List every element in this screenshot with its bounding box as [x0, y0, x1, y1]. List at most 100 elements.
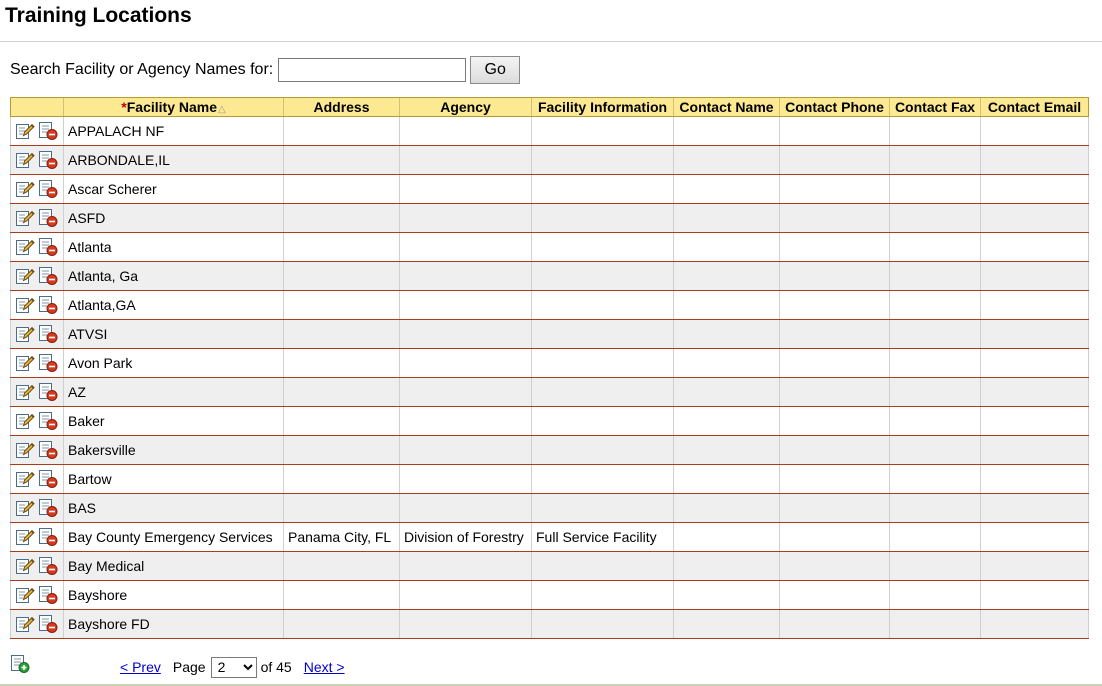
column-header-address[interactable]: Address: [283, 97, 400, 117]
delete-record-icon[interactable]: [38, 353, 58, 373]
edit-record-icon[interactable]: [15, 237, 35, 257]
table-body: APPALACH NF ARBONDALE,IL Ascar Scherer ASFD…: [10, 116, 1089, 639]
edit-record-icon[interactable]: [15, 295, 35, 315]
pager: < Prev Page 2 of 45 Next >: [0, 654, 1102, 680]
contact-name-cell: [673, 348, 780, 378]
contact-name-cell: [673, 145, 780, 175]
edit-record-icon[interactable]: [15, 121, 35, 141]
agency-cell: [399, 203, 532, 233]
row-actions-cell: [10, 174, 64, 204]
column-header-facility-information[interactable]: Facility Information: [531, 97, 674, 117]
contact-fax-cell: [889, 464, 981, 494]
column-header-contact-phone[interactable]: Contact Phone: [779, 97, 890, 117]
edit-record-icon[interactable]: [15, 469, 35, 489]
facility-name-cell: Bayshore FD: [63, 609, 284, 639]
facility-name-cell: Bakersville: [63, 435, 284, 465]
delete-record-icon[interactable]: [38, 585, 58, 605]
edit-record-icon[interactable]: [15, 324, 35, 344]
edit-record-icon[interactable]: [15, 266, 35, 286]
delete-record-icon[interactable]: [38, 498, 58, 518]
edit-record-icon[interactable]: [15, 585, 35, 605]
delete-record-icon[interactable]: [38, 295, 58, 315]
contact-fax-cell: [889, 116, 981, 146]
delete-record-icon[interactable]: [38, 208, 58, 228]
table-row: BAS: [10, 493, 1089, 523]
edit-record-icon[interactable]: [15, 208, 35, 228]
address-cell: [283, 609, 400, 639]
facility-name-cell: Avon Park: [63, 348, 284, 378]
contact-name-cell: [673, 174, 780, 204]
facility-information-cell: [531, 377, 674, 407]
row-actions-cell: [10, 464, 64, 494]
next-page-link[interactable]: Next >: [304, 659, 345, 675]
edit-record-icon[interactable]: [15, 179, 35, 199]
address-cell: [283, 319, 400, 349]
row-actions-cell: [10, 261, 64, 291]
facility-information-cell: [531, 116, 674, 146]
agency-cell: [399, 464, 532, 494]
delete-record-icon[interactable]: [38, 469, 58, 489]
agency-cell: Division of Forestry: [399, 522, 532, 552]
contact-name-cell: [673, 319, 780, 349]
contact-fax-cell: [889, 609, 981, 639]
page-select[interactable]: 2: [210, 656, 257, 678]
row-actions-cell: [10, 203, 64, 233]
edit-record-icon[interactable]: [15, 556, 35, 576]
row-actions-cell: [10, 580, 64, 610]
contact-phone-cell: [779, 290, 890, 320]
edit-record-icon[interactable]: [15, 498, 35, 518]
column-header-label: Facility Name: [126, 99, 217, 115]
edit-record-icon[interactable]: [15, 614, 35, 634]
contact-fax-cell: [889, 232, 981, 262]
page-title: Training Locations: [5, 4, 192, 27]
contact-phone-cell: [779, 145, 890, 175]
delete-record-icon[interactable]: [38, 556, 58, 576]
contact-name-cell: [673, 232, 780, 262]
address-cell: [283, 261, 400, 291]
delete-record-icon[interactable]: [38, 527, 58, 547]
address-cell: [283, 203, 400, 233]
delete-record-icon[interactable]: [38, 179, 58, 199]
edit-record-icon[interactable]: [15, 382, 35, 402]
pager-controls: < Prev Page 2 of 45 Next >: [120, 656, 345, 678]
column-header-contact-name[interactable]: Contact Name: [673, 97, 780, 117]
go-button[interactable]: Go: [470, 56, 521, 84]
add-record-icon[interactable]: [10, 654, 30, 674]
contact-phone-cell: [779, 464, 890, 494]
delete-record-icon[interactable]: [38, 266, 58, 286]
edit-record-icon[interactable]: [15, 150, 35, 170]
delete-record-icon[interactable]: [38, 237, 58, 257]
column-header-contact-email[interactable]: Contact Email: [980, 97, 1089, 117]
delete-record-icon[interactable]: [38, 324, 58, 344]
edit-record-icon[interactable]: [15, 353, 35, 373]
table-row: Atlanta,GA: [10, 290, 1089, 320]
address-cell: [283, 435, 400, 465]
facility-name-cell: Ascar Scherer: [63, 174, 284, 204]
contact-email-cell: [980, 116, 1089, 146]
search-input[interactable]: [278, 58, 467, 82]
contact-name-cell: [673, 116, 780, 146]
delete-record-icon[interactable]: [38, 150, 58, 170]
delete-record-icon[interactable]: [38, 382, 58, 402]
column-header-agency[interactable]: Agency: [399, 97, 532, 117]
delete-record-icon[interactable]: [38, 411, 58, 431]
column-header-facility-name[interactable]: *Facility Name△: [63, 97, 284, 117]
facility-information-cell: [531, 203, 674, 233]
facility-name-cell: Atlanta: [63, 232, 284, 262]
delete-record-icon[interactable]: [38, 121, 58, 141]
prev-page-link[interactable]: < Prev: [120, 659, 161, 675]
edit-record-icon[interactable]: [15, 527, 35, 547]
row-actions-cell: [10, 116, 64, 146]
contact-fax-cell: [889, 551, 981, 581]
facility-information-cell: [531, 145, 674, 175]
facility-information-cell: [531, 435, 674, 465]
contact-email-cell: [980, 348, 1089, 378]
contact-email-cell: [980, 435, 1089, 465]
delete-record-icon[interactable]: [38, 440, 58, 460]
facility-name-cell: Bay County Emergency Services: [63, 522, 284, 552]
contact-name-cell: [673, 609, 780, 639]
edit-record-icon[interactable]: [15, 411, 35, 431]
edit-record-icon[interactable]: [15, 440, 35, 460]
column-header-contact-fax[interactable]: Contact Fax: [889, 97, 981, 117]
delete-record-icon[interactable]: [38, 614, 58, 634]
